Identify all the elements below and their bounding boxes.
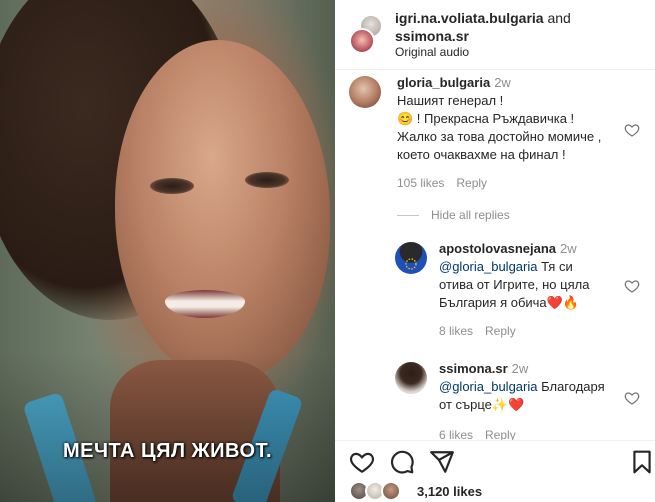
reply-line: отива от Игрите, но цяла [439,277,590,292]
comment-line: 😊 ! Прекрасна Ръждавичка ! [397,111,575,126]
hide-replies-divider [397,215,419,217]
bookmark-icon[interactable] [629,449,655,475]
comment-line: Жалко за това достойно момиче , [397,129,602,144]
post-panel: igri.na.voliata.bulgaria and ssimona.sr … [335,0,655,502]
likes-count[interactable]: 3,120 likes [417,484,482,499]
avatar-apostolovasnejana[interactable] [395,242,427,274]
reply-like-heart-icon[interactable] [624,278,640,294]
reply-meta: 8 likes Reply [439,324,629,338]
avatar-gloria[interactable] [349,76,381,108]
reply-username[interactable]: ssimona.sr [439,361,508,376]
reply-username[interactable]: apostolovasnejana [439,241,556,256]
reply-line: @gloria_bulgaria Благодаря [439,378,629,396]
reply-time: 2w [560,241,577,256]
mention-link[interactable]: @gloria_bulgaria [439,379,537,394]
reel-video[interactable]: МЕЧТА ЦЯЛ ЖИВОТ. [0,0,335,502]
reply-line: България я обича❤️🔥 [439,295,580,310]
comment-likes[interactable]: 105 likes [397,176,444,190]
comment-like-heart-icon[interactable] [624,122,640,138]
comment-meta: 105 likes Reply [397,176,633,190]
account-joiner: and [547,10,571,26]
post-actions-bar: 3,120 likes [335,440,655,502]
reply-line: от сърце✨❤️ [439,397,525,412]
liker-avatar [381,481,401,501]
video-caption: МЕЧТА ЦЯЛ ЖИВОТ. [62,440,273,462]
reply-time: 2w [511,361,529,376]
heart-icon[interactable] [349,449,375,475]
comment-line: Нашият генерал ! [397,93,504,108]
hide-replies-toggle[interactable]: Hide all replies [397,208,510,222]
hide-replies-label: Hide all replies [431,208,510,222]
comment-line: което очаквахме на финал ! [397,147,566,162]
reply-line: @gloria_bulgaria Тя си [439,258,629,276]
collab-avatars[interactable] [349,14,385,54]
eu-stars-icon [405,258,417,270]
avatar-ssimona[interactable] [349,28,375,54]
video-shade [0,0,335,502]
avatar-ssimona-reply[interactable] [395,362,427,394]
comment-reply-button[interactable]: Reply [456,176,487,190]
mention-link[interactable]: @gloria_bulgaria [439,259,537,274]
audio-link[interactable]: Original audio [395,45,469,59]
account-link-ssimona[interactable]: ssimona.sr [395,28,469,44]
share-icon[interactable] [429,449,455,475]
account-link-igri[interactable]: igri.na.voliata.bulgaria [395,10,544,26]
reply-likes[interactable]: 8 likes [439,324,473,338]
reply-reply-button[interactable]: Reply [485,324,516,338]
comment-username[interactable]: gloria_bulgaria [397,75,490,90]
post-header: igri.na.voliata.bulgaria and ssimona.sr … [335,0,655,70]
reply-like-heart-icon[interactable] [624,390,640,406]
reply-text: Благодаря [537,379,605,394]
comment-time: 2w [494,75,511,90]
header-accounts-line: igri.na.voliata.bulgaria and [395,10,571,26]
reply-text: Тя си [537,259,573,274]
comment-icon[interactable] [389,449,415,475]
